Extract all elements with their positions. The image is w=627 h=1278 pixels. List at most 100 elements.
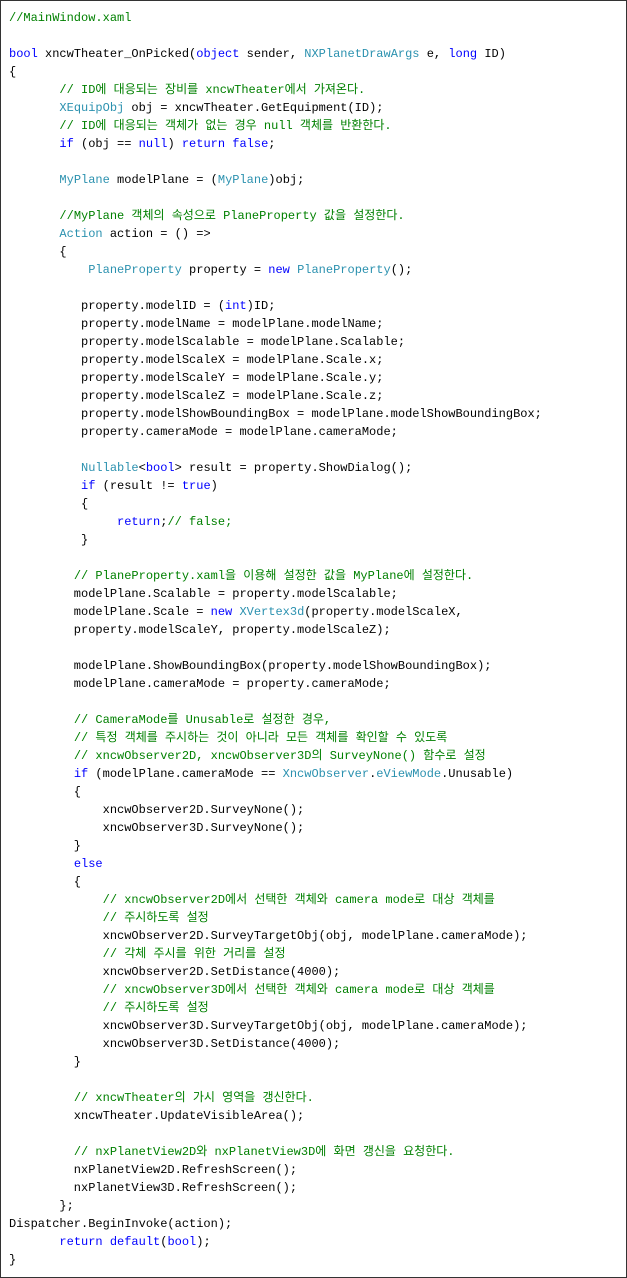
code-line (9, 279, 618, 297)
code-token: // nxPlanetView2D와 nxPlanetView3D에 화면 갱신… (74, 1145, 455, 1159)
code-line: }; (9, 1197, 618, 1215)
code-token: bool (167, 1235, 196, 1249)
code-token: } (9, 839, 81, 853)
code-token: new (211, 605, 233, 619)
code-line: } (9, 837, 618, 855)
code-token (9, 1001, 103, 1015)
code-token: { (9, 875, 81, 889)
code-token: modelPlane.Scalable = property.modelScal… (9, 587, 398, 601)
code-token: // 특정 객체를 주시하는 것이 아니라 모든 객체를 확인할 수 있도록 (74, 731, 447, 745)
code-token: return false (182, 137, 268, 151)
code-token: property.modelID = ( (9, 299, 225, 313)
code-token: // 각체 주시를 위한 거리를 설정 (103, 947, 286, 961)
code-line: if (result != true) (9, 477, 618, 495)
code-token: xncwObserver3D.SetDistance(4000); (9, 1037, 340, 1051)
code-token: eViewMode (376, 767, 441, 781)
code-token: modelPlane.ShowBoundingBox(property.mode… (9, 659, 491, 673)
code-token (9, 209, 59, 223)
code-line (9, 1071, 618, 1089)
code-token (9, 137, 59, 151)
code-token: Dispatcher.BeginInvoke(action); (9, 1217, 232, 1231)
code-line: // ID에 대응되는 객체가 없는 경우 null 객체를 반환한다. (9, 117, 618, 135)
code-line (9, 693, 618, 711)
code-token: { (9, 497, 88, 511)
code-line (9, 27, 618, 45)
code-token: property.modelShowBoundingBox = modelPla… (9, 407, 542, 421)
code-token: int (225, 299, 247, 313)
code-line: xncwObserver2D.SurveyTargetObj(obj, mode… (9, 927, 618, 945)
code-token: { (9, 245, 67, 259)
code-token: xncwObserver2D.SetDistance(4000); (9, 965, 340, 979)
code-token: .Unusable) (441, 767, 513, 781)
code-token: // ID에 대응되는 장비를 xncwTheater에서 가져온다. (59, 83, 365, 97)
code-token: modelPlane.cameraMode = property.cameraM… (9, 677, 391, 691)
code-token (9, 569, 74, 583)
code-token: ) (211, 479, 218, 493)
code-line: // ID에 대응되는 장비를 xncwTheater에서 가져온다. (9, 81, 618, 99)
code-line: // CameraMode를 Unusable로 설정한 경우, (9, 711, 618, 729)
code-token: property.modelScaleY = modelPlane.Scale.… (9, 371, 383, 385)
code-line: // 각체 주시를 위한 거리를 설정 (9, 945, 618, 963)
code-line: property.modelID = (int)ID; (9, 297, 618, 315)
code-token: e, (420, 47, 449, 61)
code-token: )obj; (268, 173, 304, 187)
code-token: } (9, 1055, 81, 1069)
code-token (9, 173, 59, 187)
code-token (9, 713, 74, 727)
code-token (9, 1091, 74, 1105)
code-token: if (59, 137, 73, 151)
code-line: // 특정 객체를 주시하는 것이 아니라 모든 객체를 확인할 수 있도록 (9, 729, 618, 747)
code-token: // false; (167, 515, 232, 529)
code-token: // 주시하도록 설정 (103, 1001, 209, 1015)
code-line: xncwTheater.UpdateVisibleArea(); (9, 1107, 618, 1125)
code-token: // xncwTheater의 가시 영역을 갱신한다. (74, 1091, 314, 1105)
code-line: PlaneProperty property = new PlaneProper… (9, 261, 618, 279)
code-line: if (modelPlane.cameraMode == XncwObserve… (9, 765, 618, 783)
code-block: //MainWindow.xaml bool xncwTheater_OnPic… (9, 9, 618, 1269)
code-token (9, 479, 81, 493)
code-token (9, 911, 103, 925)
code-token: property.modelScaleY, property.modelScal… (9, 623, 391, 637)
code-token: PlaneProperty (297, 263, 391, 277)
code-line: else (9, 855, 618, 873)
code-token: property = (182, 263, 268, 277)
code-line: property.modelName = modelPlane.modelNam… (9, 315, 618, 333)
code-line: xncwObserver3D.SetDistance(4000); (9, 1035, 618, 1053)
code-line: modelPlane.Scale = new XVertex3d(propert… (9, 603, 618, 621)
code-token: property.modelScaleX = modelPlane.Scale.… (9, 353, 383, 367)
code-line: { (9, 783, 618, 801)
code-line: { (9, 63, 618, 81)
code-token: XEquipObj (59, 101, 124, 115)
code-line: xncwObserver3D.SurveyNone(); (9, 819, 618, 837)
code-token (9, 947, 103, 961)
code-token: property.modelScalable = modelPlane.Scal… (9, 335, 405, 349)
code-line: MyPlane modelPlane = (MyPlane)obj; (9, 171, 618, 189)
code-token: nxPlanetView2D.RefreshScreen(); (9, 1163, 297, 1177)
code-token: //MyPlane 객체의 속성으로 PlaneProperty 값을 설정한다… (59, 209, 404, 223)
code-token (9, 749, 74, 763)
code-line: } (9, 531, 618, 549)
code-token (9, 101, 59, 115)
code-line: property.modelScaleX = modelPlane.Scale.… (9, 351, 618, 369)
code-line (9, 153, 618, 171)
code-line: // 주시하도록 설정 (9, 999, 618, 1017)
code-token: // 주시하도록 설정 (103, 911, 209, 925)
code-line: } (9, 1053, 618, 1071)
code-token: if (74, 767, 88, 781)
code-token: new (268, 263, 290, 277)
code-line: if (obj == null) return false; (9, 135, 618, 153)
code-token: return (117, 515, 160, 529)
code-token: // xncwObserver3D에서 선택한 객체와 camera mode로… (103, 983, 495, 997)
code-token: { (9, 65, 16, 79)
code-line: modelPlane.cameraMode = property.cameraM… (9, 675, 618, 693)
code-line: // xncwObserver2D에서 선택한 객체와 camera mode로… (9, 891, 618, 909)
code-token: // CameraMode를 Unusable로 설정한 경우, (74, 713, 331, 727)
code-token: xncwObserver2D.SurveyTargetObj(obj, mode… (9, 929, 527, 943)
code-line: { (9, 243, 618, 261)
code-token: ( (160, 1235, 167, 1249)
code-line: property.modelShowBoundingBox = modelPla… (9, 405, 618, 423)
code-line: } (9, 1251, 618, 1269)
code-token (9, 227, 59, 241)
code-token: (result != (95, 479, 181, 493)
code-token: // xncwObserver2D, xncwObserver3D의 Surve… (74, 749, 486, 763)
